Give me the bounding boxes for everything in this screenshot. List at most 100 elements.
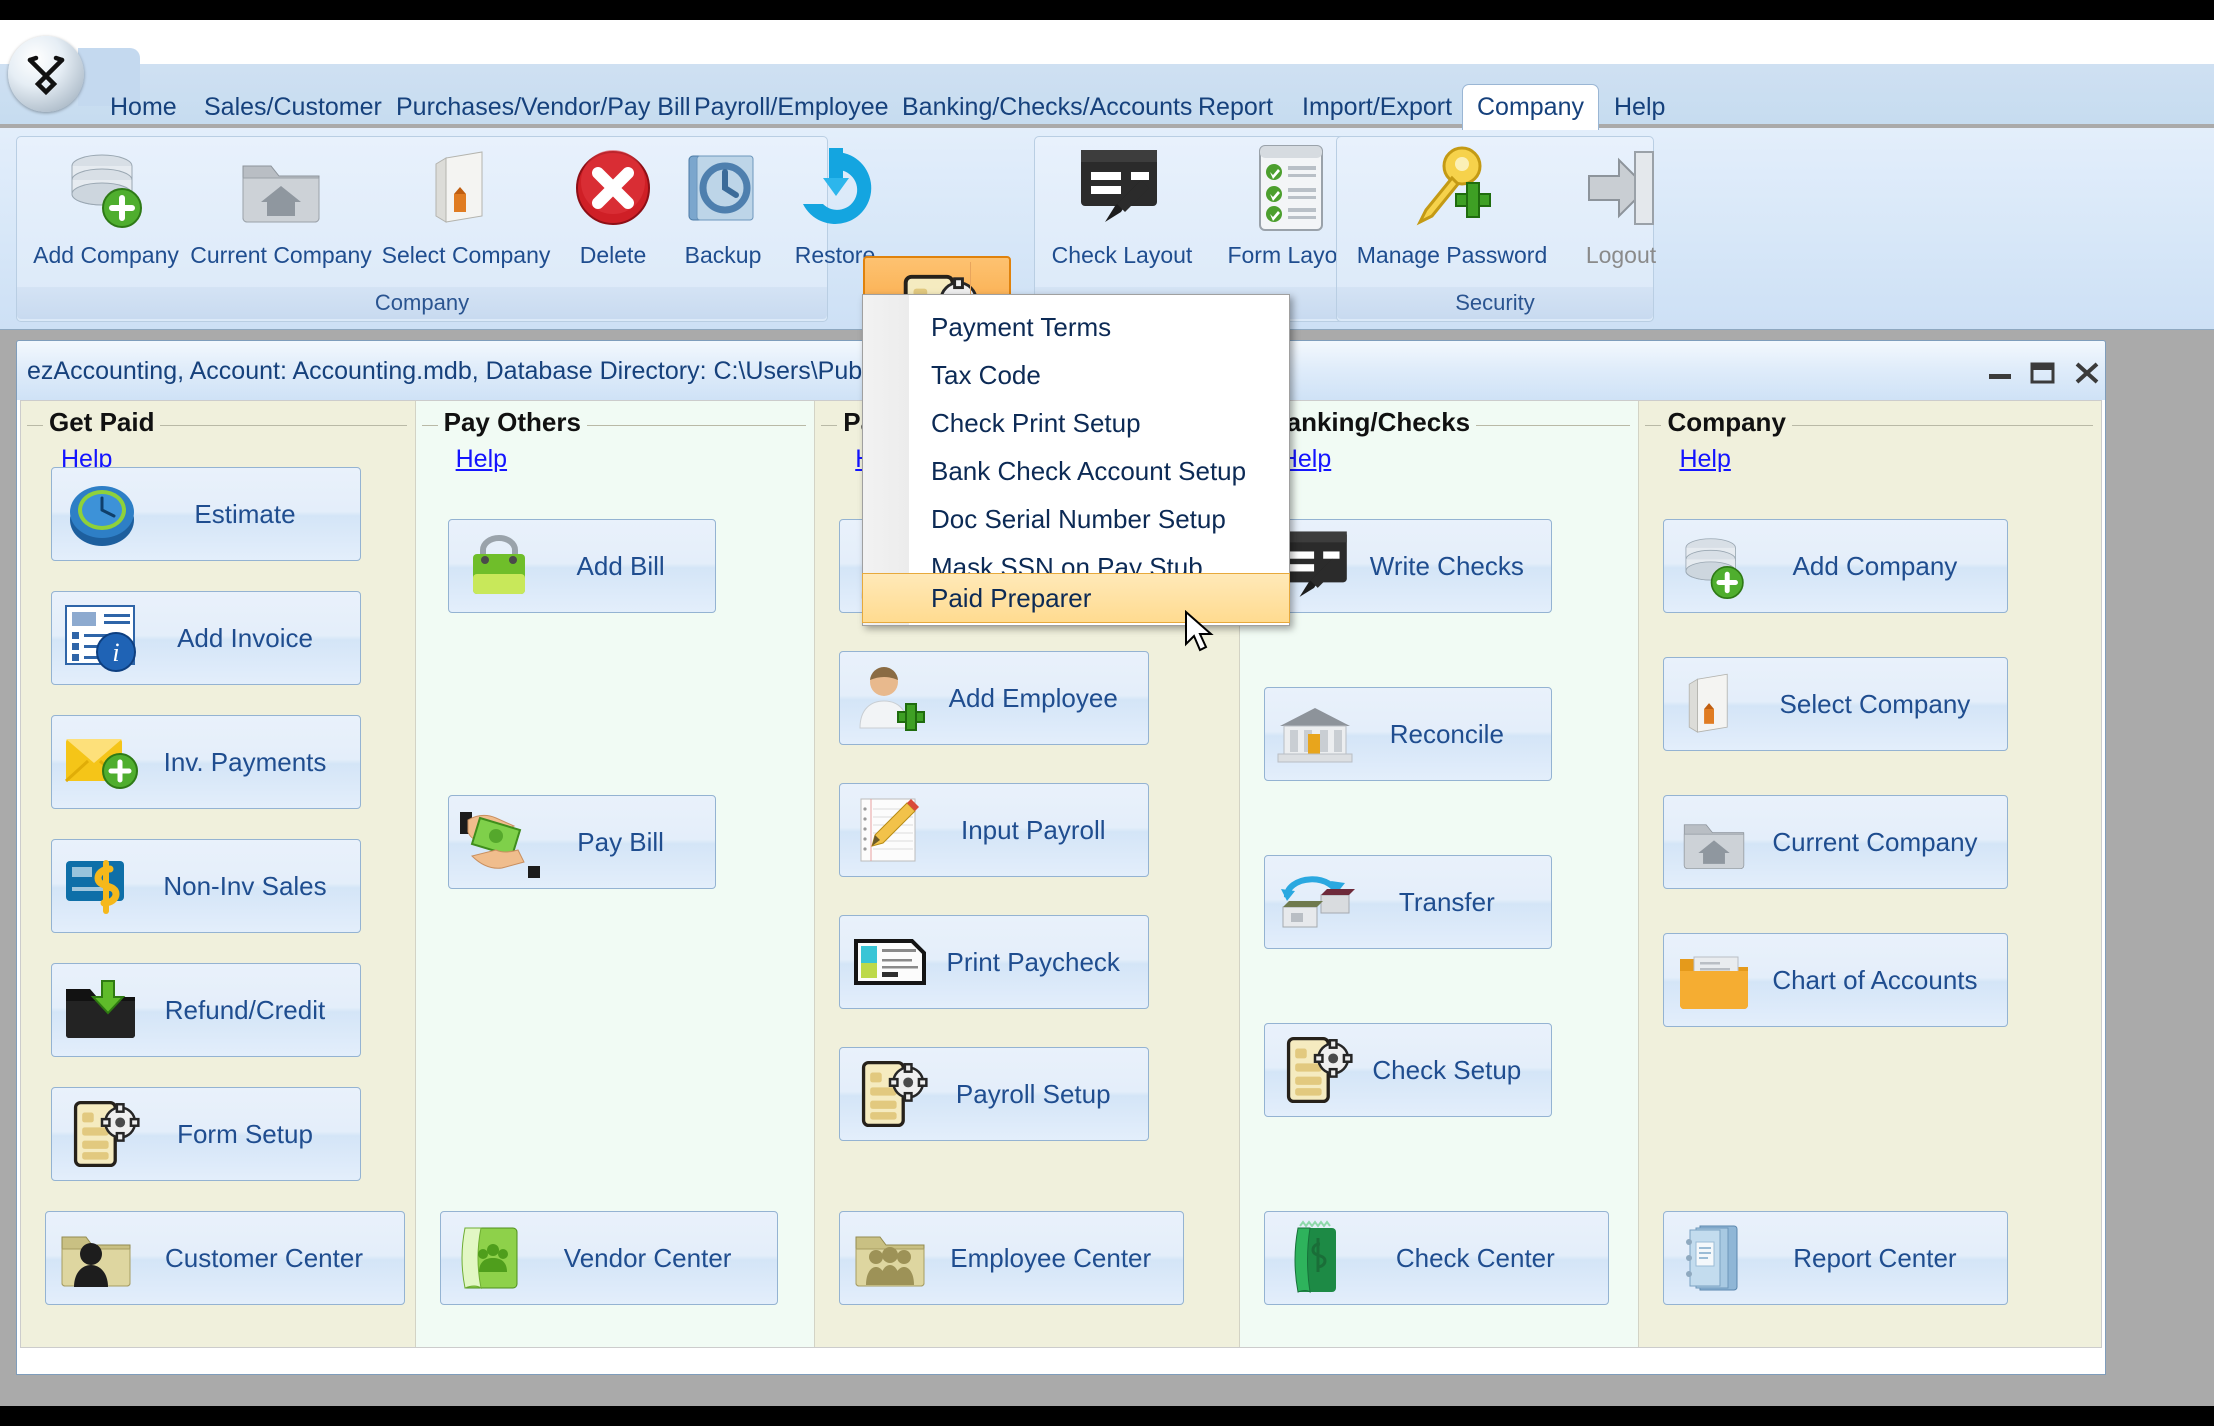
- tile-report-center[interactable]: Report Center: [1663, 1211, 2008, 1305]
- tile-pay-bill[interactable]: Pay Bill: [448, 795, 716, 889]
- tile-pay-bill-label: Pay Bill: [545, 827, 715, 858]
- menu-item-purchases-vendor-pay-bill[interactable]: Purchases/Vendor/Pay Bill: [382, 86, 705, 128]
- ribbon-restore-button[interactable]: Restore: [780, 136, 890, 276]
- home-folder-icon: [1668, 796, 1760, 888]
- database-add-icon: [24, 136, 188, 240]
- menu-item-payroll-employee[interactable]: Payroll/Employee: [680, 86, 903, 128]
- panel-get-paid: Get Paid Help Estimate: [21, 401, 416, 1347]
- tile-print-paycheck-label: Print Paycheck: [936, 947, 1148, 978]
- open-folder-icon: [376, 136, 556, 240]
- ribbon-current-company-label: Current Company: [186, 242, 376, 269]
- menu-item-doc-serial-number-setup[interactable]: Doc Serial Number Setup: [863, 495, 1289, 543]
- key-add-icon: [1352, 136, 1552, 240]
- tile-non-inv-sales[interactable]: Non-Inv Sales: [51, 839, 361, 933]
- menu-item-check-print-setup[interactable]: Check Print Setup: [863, 399, 1289, 447]
- envelope-plus-icon: [56, 716, 148, 808]
- menu-item-banking-checks-accounts[interactable]: Banking/Checks/Accounts: [888, 86, 1206, 128]
- tile-inv-payments-label: Inv. Payments: [148, 747, 360, 778]
- tile-refund-credit[interactable]: Refund/Credit: [51, 963, 361, 1057]
- delete-x-icon: [558, 136, 668, 240]
- main-menu: Home Sales/Customer Purchases/Vendor/Pay…: [0, 86, 2214, 128]
- cash-hands-icon: [453, 796, 545, 888]
- tile-non-inv-sales-label: Non-Inv Sales: [148, 871, 360, 902]
- tile-print-paycheck[interactable]: Print Paycheck: [839, 915, 1149, 1009]
- tile-payroll-setup[interactable]: Payroll Setup: [839, 1047, 1149, 1141]
- help-link-pay-others[interactable]: Help: [456, 445, 507, 474]
- tile-form-setup[interactable]: Form Setup: [51, 1087, 361, 1181]
- tile-employee-center-label: Employee Center: [936, 1243, 1183, 1274]
- tile-current-company[interactable]: Current Company: [1663, 795, 2008, 889]
- panel-get-paid-title: Get Paid: [43, 407, 160, 438]
- menu-item-payment-terms[interactable]: Payment Terms: [863, 303, 1289, 351]
- menu-item-company[interactable]: Company: [1462, 84, 1599, 130]
- ribbon-check-layout-button[interactable]: Check Layout: [1042, 136, 1202, 276]
- tile-write-checks-label: Write Checks: [1361, 551, 1551, 582]
- maximize-icon[interactable]: [2023, 359, 2063, 387]
- menu-item-paid-preparer[interactable]: Paid Preparer: [862, 573, 1290, 623]
- setting-list-menu: Payment Terms Tax Code Check Print Setup…: [862, 294, 1290, 626]
- ribbon-backup-label: Backup: [668, 242, 778, 269]
- tile-reconcile[interactable]: Reconcile: [1264, 687, 1552, 781]
- panel-get-paid-header: Get Paid: [21, 407, 407, 441]
- menu-item-help[interactable]: Help: [1600, 86, 1679, 128]
- backup-icon: [668, 136, 778, 240]
- tile-vendor-center[interactable]: Vendor Center: [440, 1211, 778, 1305]
- menu-item-bank-check-account-setup[interactable]: Bank Check Account Setup: [863, 447, 1289, 495]
- tile-add-employee-label: Add Employee: [936, 683, 1148, 714]
- menu-item-import-export[interactable]: Import/Export: [1288, 86, 1466, 128]
- tile-write-checks[interactable]: Write Checks: [1264, 519, 1552, 613]
- tile-transfer-label: Transfer: [1361, 887, 1551, 918]
- tile-check-center-label: Check Center: [1361, 1243, 1608, 1274]
- folder-down-icon: [56, 964, 148, 1056]
- panel-company-title: Company: [1661, 407, 1791, 438]
- tile-add-employee[interactable]: Add Employee: [839, 651, 1149, 745]
- tile-check-setup[interactable]: Check Setup: [1264, 1023, 1552, 1117]
- tile-employee-center[interactable]: Employee Center: [839, 1211, 1184, 1305]
- database-add-icon: [1668, 520, 1760, 612]
- ribbon-logout-button[interactable]: Logout: [1556, 136, 1686, 276]
- close-icon[interactable]: [2067, 359, 2107, 387]
- payroll-gear-icon: [844, 1048, 936, 1140]
- tile-add-company[interactable]: Add Company: [1663, 519, 2008, 613]
- menu-item-tax-code[interactable]: Tax Code: [863, 351, 1289, 399]
- tile-add-invoice[interactable]: i Add Invoice: [51, 591, 361, 685]
- clock-icon: [56, 468, 148, 560]
- notepad-pencil-icon: [844, 784, 936, 876]
- tile-inv-payments[interactable]: Inv. Payments: [51, 715, 361, 809]
- tile-customer-center[interactable]: Customer Center: [45, 1211, 405, 1305]
- tile-transfer[interactable]: Transfer: [1264, 855, 1552, 949]
- tile-vendor-center-label: Vendor Center: [537, 1243, 777, 1274]
- menu-item-sales-customer[interactable]: Sales/Customer: [190, 86, 396, 128]
- tile-check-setup-label: Check Setup: [1361, 1055, 1551, 1086]
- panel-company-header: Company: [1639, 407, 2093, 441]
- ribbon-manage-password-button[interactable]: Manage Password: [1352, 136, 1552, 276]
- check-layout-icon: [1042, 136, 1202, 240]
- invoice-info-icon: i: [56, 592, 148, 684]
- menu-item-home[interactable]: Home: [96, 86, 191, 128]
- minimize-icon[interactable]: [1981, 359, 2021, 387]
- ribbon-check-layout-label: Check Layout: [1042, 242, 1202, 269]
- employee-folder-icon: [844, 1212, 936, 1304]
- ribbon-add-company-label: Add Company: [24, 242, 188, 269]
- application-window: Home Sales/Customer Purchases/Vendor/Pay…: [0, 20, 2214, 1406]
- ribbon-select-company-label: Select Company: [376, 242, 556, 269]
- panel-pay-others: Pay Others Help Add Bill: [416, 401, 816, 1347]
- ribbon-current-company-button[interactable]: Current Company: [186, 136, 376, 276]
- tile-check-center[interactable]: Check Center: [1264, 1211, 1609, 1305]
- tile-input-payroll[interactable]: Input Payroll: [839, 783, 1149, 877]
- menu-item-report[interactable]: Report: [1184, 86, 1287, 128]
- mouse-cursor: [1184, 610, 1218, 661]
- tile-chart-of-accounts[interactable]: Chart of Accounts: [1663, 933, 2008, 1027]
- tile-input-payroll-label: Input Payroll: [936, 815, 1148, 846]
- ribbon-delete-button[interactable]: Delete: [558, 136, 668, 276]
- help-link-company[interactable]: Help: [1679, 445, 1730, 474]
- ribbon-add-company-button[interactable]: Add Company: [24, 136, 188, 276]
- svg-text:i: i: [112, 638, 119, 667]
- tile-estimate[interactable]: Estimate: [51, 467, 361, 561]
- document-window-title: ezAccounting, Account: Accounting.mdb, D…: [27, 341, 986, 401]
- check-gear-icon: [1269, 1024, 1361, 1116]
- tile-select-company[interactable]: Select Company: [1663, 657, 2008, 751]
- ribbon-select-company-button[interactable]: Select Company: [376, 136, 556, 276]
- ribbon-backup-button[interactable]: Backup: [668, 136, 778, 276]
- tile-add-bill[interactable]: Add Bill: [448, 519, 716, 613]
